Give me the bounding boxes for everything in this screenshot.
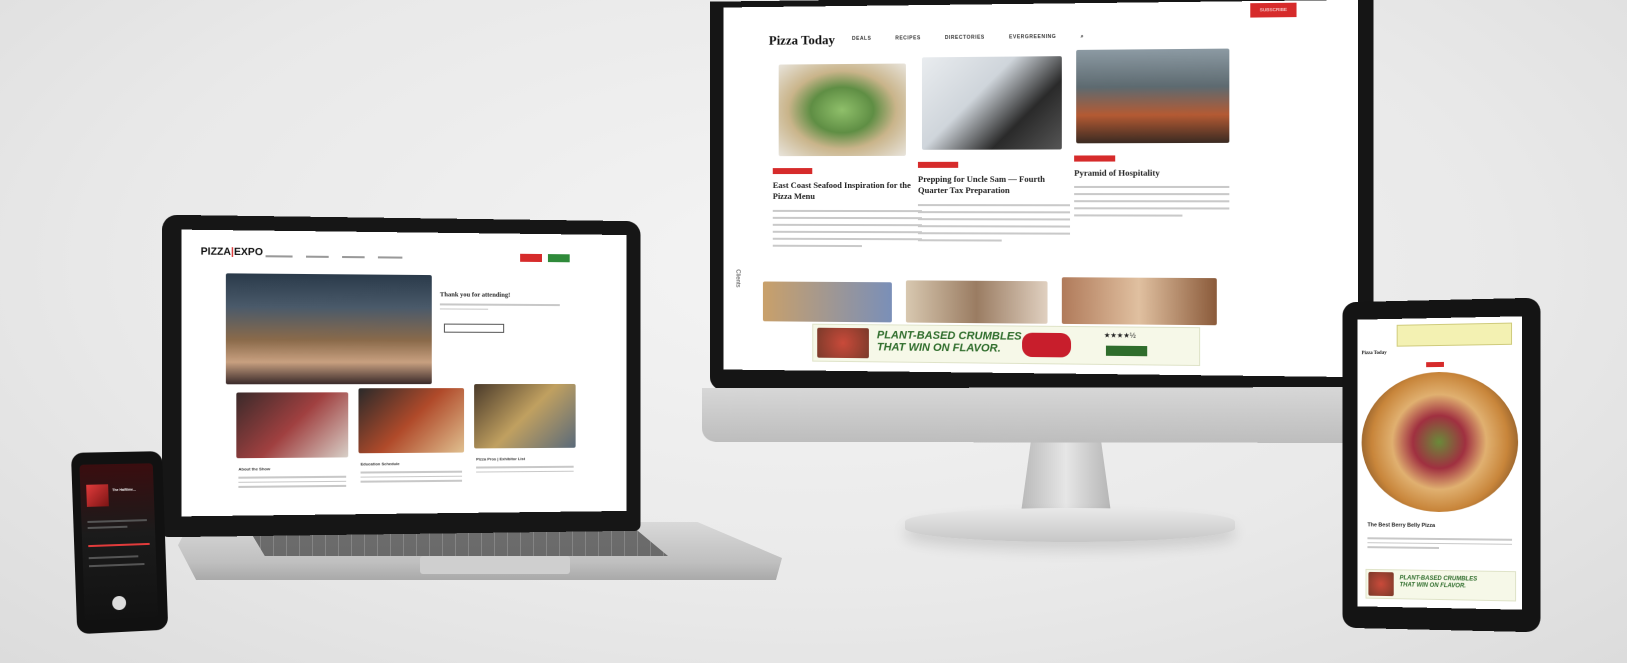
register-button[interactable]	[520, 253, 542, 263]
nav-item-recipes[interactable]: RECIPES	[895, 35, 921, 41]
phone-screen: The Halftime...	[79, 463, 159, 620]
category-tag[interactable]	[772, 168, 813, 175]
subscribe-button[interactable]: SUBSCRIBE	[1250, 2, 1297, 18]
article-excerpt	[772, 209, 922, 252]
category-tag[interactable]	[1074, 155, 1116, 162]
card-excerpt	[360, 470, 463, 486]
nav-item-directories[interactable]: DIRECTORIES	[945, 35, 985, 41]
article-image[interactable]	[905, 280, 1048, 324]
ad-rating: ★★★★½	[1103, 332, 1136, 340]
site-logo[interactable]: Pizza Today	[769, 32, 835, 49]
laptop-screen: PIZZA|EXPO Thank you for attending! Abou…	[181, 229, 627, 517]
article-image[interactable]	[762, 281, 892, 323]
about-image[interactable]	[236, 392, 349, 459]
card-title-education[interactable]: Education Schedule	[361, 461, 400, 466]
nav-item[interactable]	[378, 256, 403, 259]
text-line	[87, 525, 128, 529]
category-tag[interactable]	[1426, 361, 1444, 368]
ad-food-image	[1368, 571, 1394, 597]
article-title[interactable]: Prepping for Uncle Sam — Fourth Quarter …	[918, 174, 1070, 196]
text-line	[87, 519, 147, 523]
article-image-hospitality[interactable]	[1076, 48, 1230, 144]
ad-cta-button[interactable]	[1105, 345, 1148, 357]
ad-food-image	[817, 327, 869, 359]
card-title-exhibitors[interactable]: Pizza Pros | Exhibitor List	[476, 456, 525, 461]
article-title[interactable]: The Best Berry Belly Pizza	[1367, 522, 1435, 529]
side-label: Clients	[734, 269, 741, 288]
card-title-about[interactable]: About the Show	[238, 466, 270, 471]
learn-more-button[interactable]	[443, 323, 505, 333]
text-line	[88, 563, 145, 567]
article-excerpt	[1074, 185, 1230, 222]
article-image-tax[interactable]	[921, 56, 1062, 150]
ad-brand-logo	[1022, 332, 1072, 358]
card-excerpt	[476, 465, 574, 476]
ad-headline: PLANT-BASED CRUMBLES THAT WIN ON FLAVOR.	[876, 329, 1022, 355]
article-excerpt	[1367, 537, 1513, 552]
search-icon[interactable]: ⌕	[1081, 34, 1084, 40]
nav-item[interactable]	[342, 256, 365, 259]
nav-item-deals[interactable]: DEALS	[852, 36, 871, 42]
monitor-screen: Pizza Today DEALS RECIPES DIRECTORIES EV…	[723, 0, 1358, 378]
top-ad-banner[interactable]	[1396, 322, 1513, 347]
monitor-stand-base	[905, 508, 1235, 542]
ad-headline: PLANT-BASED CRUMBLES THAT WIN ON FLAVOR.	[1399, 575, 1478, 590]
article-image[interactable]	[1061, 277, 1217, 326]
progress-bar[interactable]	[88, 542, 150, 547]
ad-banner[interactable]: PLANT-BASED CRUMBLES THAT WIN ON FLAVOR.	[1365, 568, 1517, 602]
nav-item[interactable]	[306, 255, 329, 258]
play-button[interactable]	[111, 595, 127, 611]
education-image[interactable]	[358, 388, 465, 454]
article-title[interactable]: Pyramid of Hospitality	[1074, 167, 1229, 178]
exhibit-button[interactable]	[547, 254, 570, 263]
podcast-artwork	[86, 484, 109, 507]
hero-image	[225, 273, 432, 385]
nav-item-evergreening[interactable]: EVERGREENING	[1009, 34, 1056, 41]
page-heading: Thank you for attending!	[439, 291, 511, 299]
exhibitor-image[interactable]	[474, 383, 576, 449]
ad-banner[interactable]: PLANT-BASED CRUMBLES THAT WIN ON FLAVOR.…	[812, 323, 1201, 367]
site-logo[interactable]: PIZZA|EXPO	[201, 246, 263, 258]
pizza-image[interactable]	[1361, 370, 1519, 513]
episode-title: The Halftime...	[112, 487, 136, 493]
article-title[interactable]: East Coast Seafood Inspiration for the P…	[773, 180, 922, 202]
main-nav: DEALS RECIPES DIRECTORIES EVERGREENING ⌕	[852, 33, 1107, 42]
intro-text	[439, 303, 560, 313]
article-excerpt	[917, 204, 1071, 247]
nav-item[interactable]	[265, 255, 293, 258]
monitor-chin	[701, 387, 1376, 443]
category-tag[interactable]	[917, 161, 959, 168]
site-logo[interactable]: Pizza Today	[1362, 351, 1387, 356]
main-nav	[265, 253, 415, 260]
text-line	[88, 555, 139, 559]
article-image-seafood[interactable]	[778, 63, 906, 157]
card-excerpt	[238, 475, 347, 491]
laptop-trackpad	[420, 556, 570, 574]
tablet-screen: Pizza Today The Best Berry Belly Pizza P…	[1357, 316, 1523, 610]
